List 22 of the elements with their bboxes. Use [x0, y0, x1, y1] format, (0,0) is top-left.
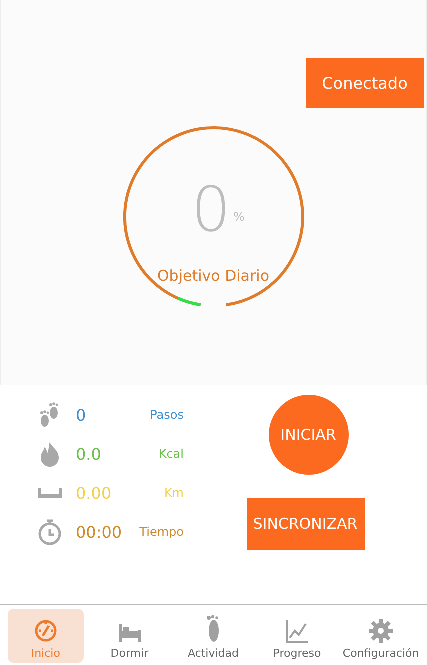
stopwatch-icon	[37, 518, 63, 546]
stat-label: Km	[163, 486, 184, 500]
nav-tab[interactable]: Configuración	[343, 608, 420, 662]
goal-label: Objetivo Diario	[156, 267, 271, 285]
status-button[interactable]: Conectado	[306, 58, 424, 108]
sync-button[interactable]: SINCRONIZAR	[246, 498, 364, 550]
nav-tab[interactable]: Actividad	[175, 608, 252, 662]
nav-tab[interactable]: Progreso	[259, 608, 336, 662]
stat-value: 00:00	[76, 522, 124, 542]
stat-value: 0.0	[76, 444, 102, 464]
ruler-icon	[37, 487, 63, 499]
stat-value: 0	[76, 406, 88, 424]
start-button[interactable]: INICIAR	[268, 395, 348, 475]
settings-icon	[368, 618, 394, 644]
stat-label: Pasos	[149, 408, 184, 422]
nav-tab[interactable]: Dormir	[92, 608, 168, 662]
line-chart-icon	[285, 618, 310, 644]
stat-label: Kcal	[158, 447, 184, 461]
stat-value: 0.00	[76, 484, 113, 502]
percent-sign: %	[234, 210, 245, 224]
stat-label: Tiempo	[138, 525, 184, 539]
goal-percent: 0	[192, 179, 231, 241]
